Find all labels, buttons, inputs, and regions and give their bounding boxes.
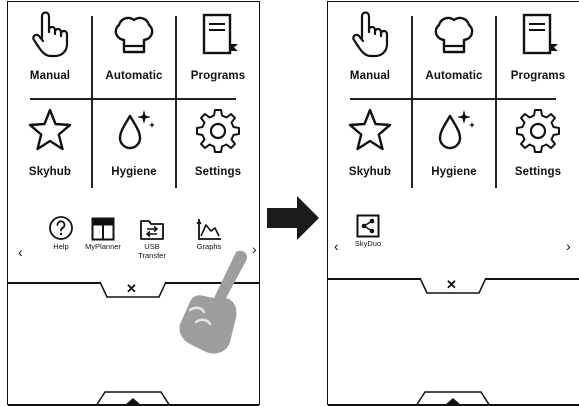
grid-divider [175,16,177,188]
hand-pointer-icon [32,11,69,58]
strip-item-skyduo[interactable]: SkyDuo [342,214,394,248]
swipe-finger-icon [179,250,248,354]
tile-settings[interactable]: Settings [176,98,260,194]
water-drop-sparkle-icon [118,110,155,150]
tile-programs[interactable]: Programs [176,2,260,98]
gear-icon [516,109,560,153]
tile-hygiene[interactable]: Hygiene [92,98,176,194]
graph-icon [196,219,221,240]
tile-settings[interactable]: Settings [496,98,579,194]
tile-manual[interactable]: Manual [8,2,92,98]
strip-item-usb-transfer[interactable]: USB Transfer [126,217,178,260]
strip-next-arrow[interactable]: › [252,242,257,256]
planner-icon [91,217,115,241]
strip-item-label: SkyDuo [354,239,382,248]
left-screen: Manual Automatic Programs Skyhub Hygiene… [7,1,260,406]
strip-item-myplanner[interactable]: MyPlanner [77,217,129,251]
usb-transfer-icon [140,220,164,240]
tile-label: Hygiene [431,166,477,178]
tile-hygiene[interactable]: Hygiene [412,98,496,194]
hand-pointer-icon [352,11,389,58]
recipe-book-icon [202,13,238,55]
tile-label: Settings [194,166,242,178]
tile-manual[interactable]: Manual [328,2,412,98]
tile-skyhub[interactable]: Skyhub [328,98,412,194]
grid-divider [91,16,93,188]
chef-hat-icon [114,16,154,54]
grid-divider [350,98,556,100]
star-icon [348,108,392,151]
strip-next-arrow[interactable]: › [566,239,571,253]
grid-divider [30,98,236,100]
tile-label: Manual [29,70,71,82]
water-drop-sparkle-icon [438,110,475,150]
tile-skyhub[interactable]: Skyhub [8,98,92,194]
tile-label: Skyhub [348,166,392,178]
tile-label: Skyhub [28,166,72,178]
strip-prev-arrow[interactable]: ‹ [18,245,23,259]
recipe-book-icon [522,13,558,55]
close-icon[interactable]: ✕ [126,281,137,297]
star-icon [28,108,72,151]
chef-hat-icon [434,16,474,54]
tile-label: Manual [349,70,391,82]
tile-automatic[interactable]: Automatic [92,2,176,98]
tile-label: Settings [514,166,562,178]
right-arrow-icon [267,196,319,240]
close-icon[interactable]: ✕ [446,277,457,293]
tile-label: Programs [510,70,566,82]
gear-icon [196,109,240,153]
question-circle-icon [49,216,73,240]
strip-item-label: MyPlanner [85,242,121,251]
strip-prev-arrow[interactable]: ‹ [334,239,339,253]
share-icon [356,214,380,238]
grid-divider [495,16,497,188]
tile-label: Automatic [425,70,483,82]
grid-divider [411,16,413,188]
tile-automatic[interactable]: Automatic [412,2,496,98]
strip-item-label: USB Transfer [138,242,166,260]
tile-label: Programs [190,70,246,82]
tile-programs[interactable]: Programs [496,2,579,98]
tile-label: Automatic [105,70,163,82]
tile-label: Hygiene [111,166,157,178]
right-screen: Manual Automatic Programs Skyhub Hygiene [327,1,579,406]
